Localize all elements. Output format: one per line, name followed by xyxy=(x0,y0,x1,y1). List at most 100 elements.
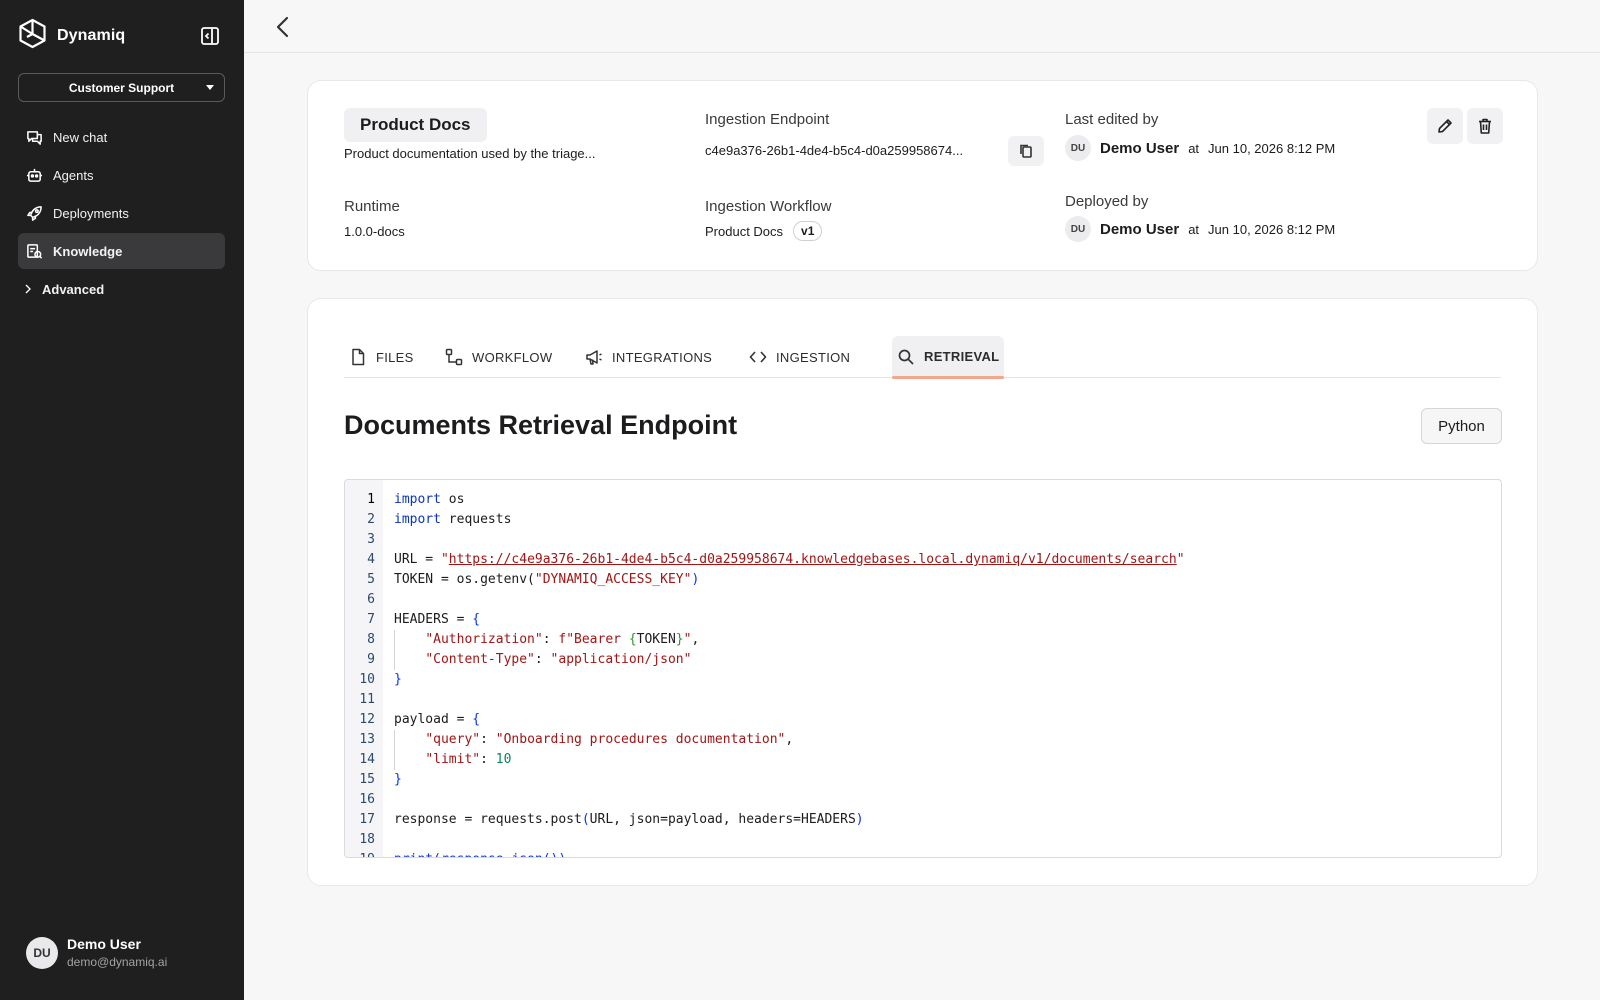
chevron-right-icon xyxy=(25,284,31,294)
collapse-sidebar-icon[interactable] xyxy=(200,26,220,46)
code-line: 7 HEADERS = { xyxy=(367,612,481,627)
team-select-value: Customer Support xyxy=(68,80,175,95)
knowledge-detail-card: FILES WORKFLOW INTEGRATIONS INGESTION RE… xyxy=(307,298,1538,886)
tab-ingestion[interactable]: INGESTION xyxy=(744,336,855,378)
tab-workflow[interactable]: WORKFLOW xyxy=(440,336,557,378)
code-line: 9 "Content-Type": "application/json" xyxy=(345,650,1501,670)
knowledge-description: Product documentation used by the triage… xyxy=(344,146,596,161)
rocket-icon xyxy=(27,205,42,221)
deployed-by-label: Deployed by xyxy=(1065,193,1149,210)
tab-files[interactable]: FILES xyxy=(344,336,419,378)
search-icon xyxy=(898,349,914,365)
runtime-label: Runtime xyxy=(344,198,400,215)
code-editor[interactable]: 1 import os 2 import requests 3 4 URL = "ht… xyxy=(344,479,1502,858)
edited-timestamp: Jun 10, 2026 8:12 PM xyxy=(1208,140,1336,156)
workflow-label: Ingestion Workflow xyxy=(705,198,832,215)
knowledge-name: Product Docs xyxy=(344,108,487,142)
code-line: 16 xyxy=(359,792,375,807)
sidebar-item-advanced[interactable]: Advanced xyxy=(18,271,225,307)
dynamiq-logo-icon xyxy=(18,18,47,54)
edited-user-name: Demo User xyxy=(1100,139,1180,157)
tab-bar: FILES WORKFLOW INTEGRATIONS INGESTION RE… xyxy=(344,336,1501,379)
user-profile[interactable]: DU Demo User demo@dynamiq.ai xyxy=(26,936,167,969)
avatar: DU xyxy=(1065,216,1091,242)
code-line: 13 "query": "Onboarding procedures docum… xyxy=(345,730,1501,750)
last-edited-info: DU Demo User at Jun 10, 2026 8:12 PM xyxy=(1065,135,1335,161)
deployed-user-name: Demo User xyxy=(1100,220,1180,238)
code-line: 19print(response.json()) xyxy=(345,850,1501,857)
trash-icon xyxy=(1479,118,1491,134)
user-email: demo@dynamiq.ai xyxy=(67,955,168,969)
knowledge-info-card: Product Docs Product documentation used … xyxy=(307,80,1538,271)
language-select-button[interactable]: Python xyxy=(1421,408,1502,444)
caret-down-icon xyxy=(206,85,214,90)
copy-icon xyxy=(1020,144,1032,158)
code-icon xyxy=(749,351,767,363)
code-content: 1 import os 2 import requests 3 4 URL = "ht… xyxy=(345,490,1501,857)
tab-label: INTEGRATIONS xyxy=(612,349,713,365)
code-line: 2 import requests xyxy=(367,512,512,527)
last-edited-label: Last edited by xyxy=(1065,111,1159,128)
file-icon xyxy=(352,348,365,366)
chat-icon xyxy=(27,130,42,145)
tab-retrieval[interactable]: RETRIEVAL xyxy=(892,336,1005,379)
section-title: Documents Retrieval Endpoint xyxy=(344,410,738,440)
code-line: 17 response = requests.post(URL, json=pay… xyxy=(359,812,864,827)
endpoint-value: c4e9a376-26b1-4de4-b5c4-d0a259958674... xyxy=(705,143,964,158)
tab-integrations[interactable]: INTEGRATIONS xyxy=(580,336,717,378)
code-line: 3 xyxy=(367,532,375,547)
sidebar-item-label: Knowledge xyxy=(53,243,123,259)
tab-label: INGESTION xyxy=(776,349,851,365)
topbar xyxy=(244,0,1600,53)
robot-icon xyxy=(26,168,43,182)
sidebar-item-knowledge[interactable]: Knowledge xyxy=(18,233,225,269)
knowledge-icon xyxy=(27,243,43,259)
avatar: DU xyxy=(26,936,58,969)
sidebar-item-label: New chat xyxy=(53,129,108,145)
back-icon[interactable] xyxy=(274,16,294,38)
sidebar-item-label: Deployments xyxy=(53,205,129,221)
sidebar-item-agents[interactable]: Agents xyxy=(18,157,225,193)
runtime-value: 1.0.0-docs xyxy=(344,224,405,239)
sidebar-item-label: Agents xyxy=(53,167,94,183)
at-label: at xyxy=(1188,221,1200,237)
pencil-icon xyxy=(1438,119,1452,133)
deployed-timestamp: Jun 10, 2026 8:12 PM xyxy=(1208,221,1336,237)
code-line: 5 TOKEN = os.getenv("DYNAMIQ_ACCESS_KEY") xyxy=(367,572,700,587)
code-line: 1 import os xyxy=(367,492,465,507)
code-line: 11 xyxy=(359,692,375,707)
sidebar-item-label: Advanced xyxy=(42,281,105,297)
code-line: 18 xyxy=(359,832,375,847)
delete-button[interactable] xyxy=(1467,108,1503,144)
megaphone-icon xyxy=(586,350,602,365)
team-select[interactable]: Customer Support xyxy=(18,73,225,102)
workflow-icon xyxy=(445,348,463,366)
avatar: DU xyxy=(1065,135,1091,161)
brand-name: Dynamiq xyxy=(57,27,126,44)
copy-endpoint-button[interactable] xyxy=(1008,136,1044,166)
endpoint-label: Ingestion Endpoint xyxy=(705,111,830,128)
code-line: 10} xyxy=(359,672,402,687)
sidebar-nav: New chat Agents Deployments Knowledge Ad… xyxy=(18,119,225,309)
tab-label: WORKFLOW xyxy=(472,349,553,365)
code-line: 15} xyxy=(359,772,402,787)
at-label: at xyxy=(1188,140,1200,156)
code-line: 4 URL = "https://c4e9a376-26b1-4de4-b5c4-… xyxy=(367,552,1185,567)
code-line: 12 payload = { xyxy=(359,712,481,727)
sidebar-item-deployments[interactable]: Deployments xyxy=(18,195,225,231)
code-line: 14 "limit": 10 xyxy=(345,750,1501,770)
sidebar-item-new-chat[interactable]: New chat xyxy=(18,119,225,155)
code-line: 8 "Authorization": f"Bearer {TOKEN}", xyxy=(345,630,1501,650)
workflow-name: Product Docs xyxy=(705,223,784,239)
code-line: 6 xyxy=(367,592,375,607)
endpoint-url-link: https://c4e9a376-26b1-4de4-b5c4-d0a25995… xyxy=(448,552,1177,567)
deployed-info: DU Demo User at Jun 10, 2026 8:12 PM xyxy=(1065,216,1335,242)
user-name: Demo User xyxy=(67,936,141,952)
workflow-value[interactable]: Product Docs v1 xyxy=(705,221,823,241)
brand[interactable]: Dynamiq xyxy=(18,18,125,54)
sidebar: Dynamiq Customer Support New chat Agents… xyxy=(0,0,244,1000)
tab-label: FILES xyxy=(376,349,414,365)
tab-label: RETRIEVAL xyxy=(924,349,1000,364)
workflow-version-badge: v1 xyxy=(793,221,823,241)
edit-button[interactable] xyxy=(1427,108,1463,144)
